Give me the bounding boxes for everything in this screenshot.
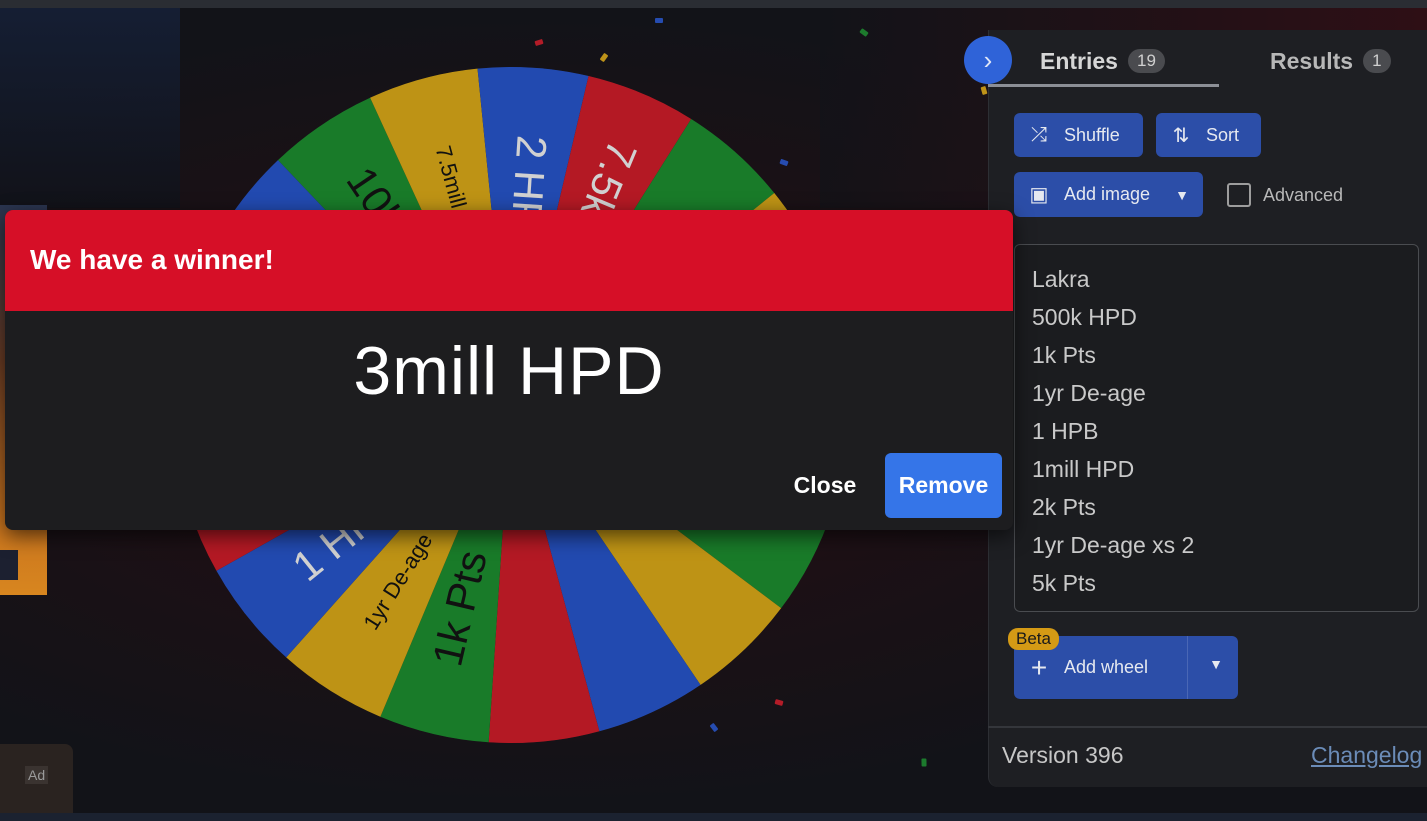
confetti-piece	[655, 18, 663, 23]
confetti-piece	[921, 758, 927, 767]
shuffle-label: Shuffle	[1064, 124, 1120, 145]
entry-item: 2k Pts	[1032, 494, 1096, 520]
tab-entries-label: Entries	[1040, 47, 1118, 74]
entry-item: 1 HPB	[1032, 418, 1099, 444]
sort-label: Sort	[1206, 124, 1240, 145]
entries-textarea[interactable]: Lakra 500k HPD 1k Pts 1yr De-age 1 HPB 1…	[1014, 244, 1419, 612]
tab-results-label: Results	[1270, 47, 1354, 74]
background-glow-left	[0, 8, 180, 208]
results-count-badge: 1	[1363, 49, 1391, 73]
entry-item: 1mill HPD	[1032, 456, 1135, 482]
changelog-link[interactable]: Changelog	[1311, 742, 1422, 769]
close-button[interactable]: Close	[780, 453, 870, 517]
button-divider	[1187, 636, 1188, 699]
remove-button[interactable]: Remove	[885, 453, 1002, 518]
shuffle-icon: ⤮	[1031, 123, 1047, 146]
winner-dialog: We have a winner! 3mill HPD Close Remove	[5, 210, 1013, 530]
dialog-title: We have a winner!	[30, 244, 274, 275]
bottom-ad[interactable]: Ad	[0, 744, 73, 814]
collapse-panel-button[interactable]: ›	[964, 36, 1012, 84]
beta-badge: Beta	[1008, 628, 1059, 650]
chevron-down-icon: ▼	[1175, 186, 1189, 203]
active-tab-indicator	[988, 84, 1219, 87]
entry-item: 1k Pts	[1032, 342, 1096, 368]
add-wheel-label: Add wheel	[1064, 657, 1149, 677]
tab-entries[interactable]: Entries 19	[1040, 44, 1165, 78]
browser-top-bar	[0, 0, 1427, 8]
shuffle-button[interactable]: ⤮ Shuffle	[1014, 113, 1143, 157]
add-image-button[interactable]: ▣ Add image ▼	[1014, 172, 1203, 217]
advanced-label: Advanced	[1263, 184, 1344, 205]
sort-icon: ⇅	[1172, 124, 1190, 147]
checkbox-icon	[1227, 183, 1251, 207]
add-image-label: Add image	[1064, 184, 1151, 204]
ad-banner-fragment	[0, 550, 18, 580]
version-text: Version 396	[1002, 742, 1124, 768]
entry-item: 1yr De-age xs 2	[1032, 532, 1195, 558]
entry-item: 1yr De-age	[1032, 380, 1146, 406]
winner-text: 3mill HPD	[353, 333, 665, 409]
entries-count-badge: 19	[1127, 49, 1165, 73]
chevron-down-icon[interactable]: ▼	[1209, 656, 1223, 672]
footer-divider	[988, 726, 1427, 728]
entry-item: 5k Pts	[1032, 570, 1096, 596]
ad-label: Ad	[25, 766, 49, 784]
dialog-header: We have a winner!	[5, 210, 1013, 311]
advanced-checkbox[interactable]: Advanced	[1227, 183, 1343, 207]
browser-bottom-bar	[0, 813, 1427, 821]
tab-results[interactable]: Results 1	[1270, 44, 1391, 78]
entry-item: Lakra	[1032, 266, 1090, 292]
entry-item: 500k HPD	[1032, 304, 1137, 330]
sort-button[interactable]: ⇅ Sort	[1156, 113, 1261, 157]
plus-icon: +	[1030, 651, 1048, 683]
chevron-right-icon: ›	[983, 44, 993, 75]
image-icon: ▣	[1029, 184, 1049, 206]
